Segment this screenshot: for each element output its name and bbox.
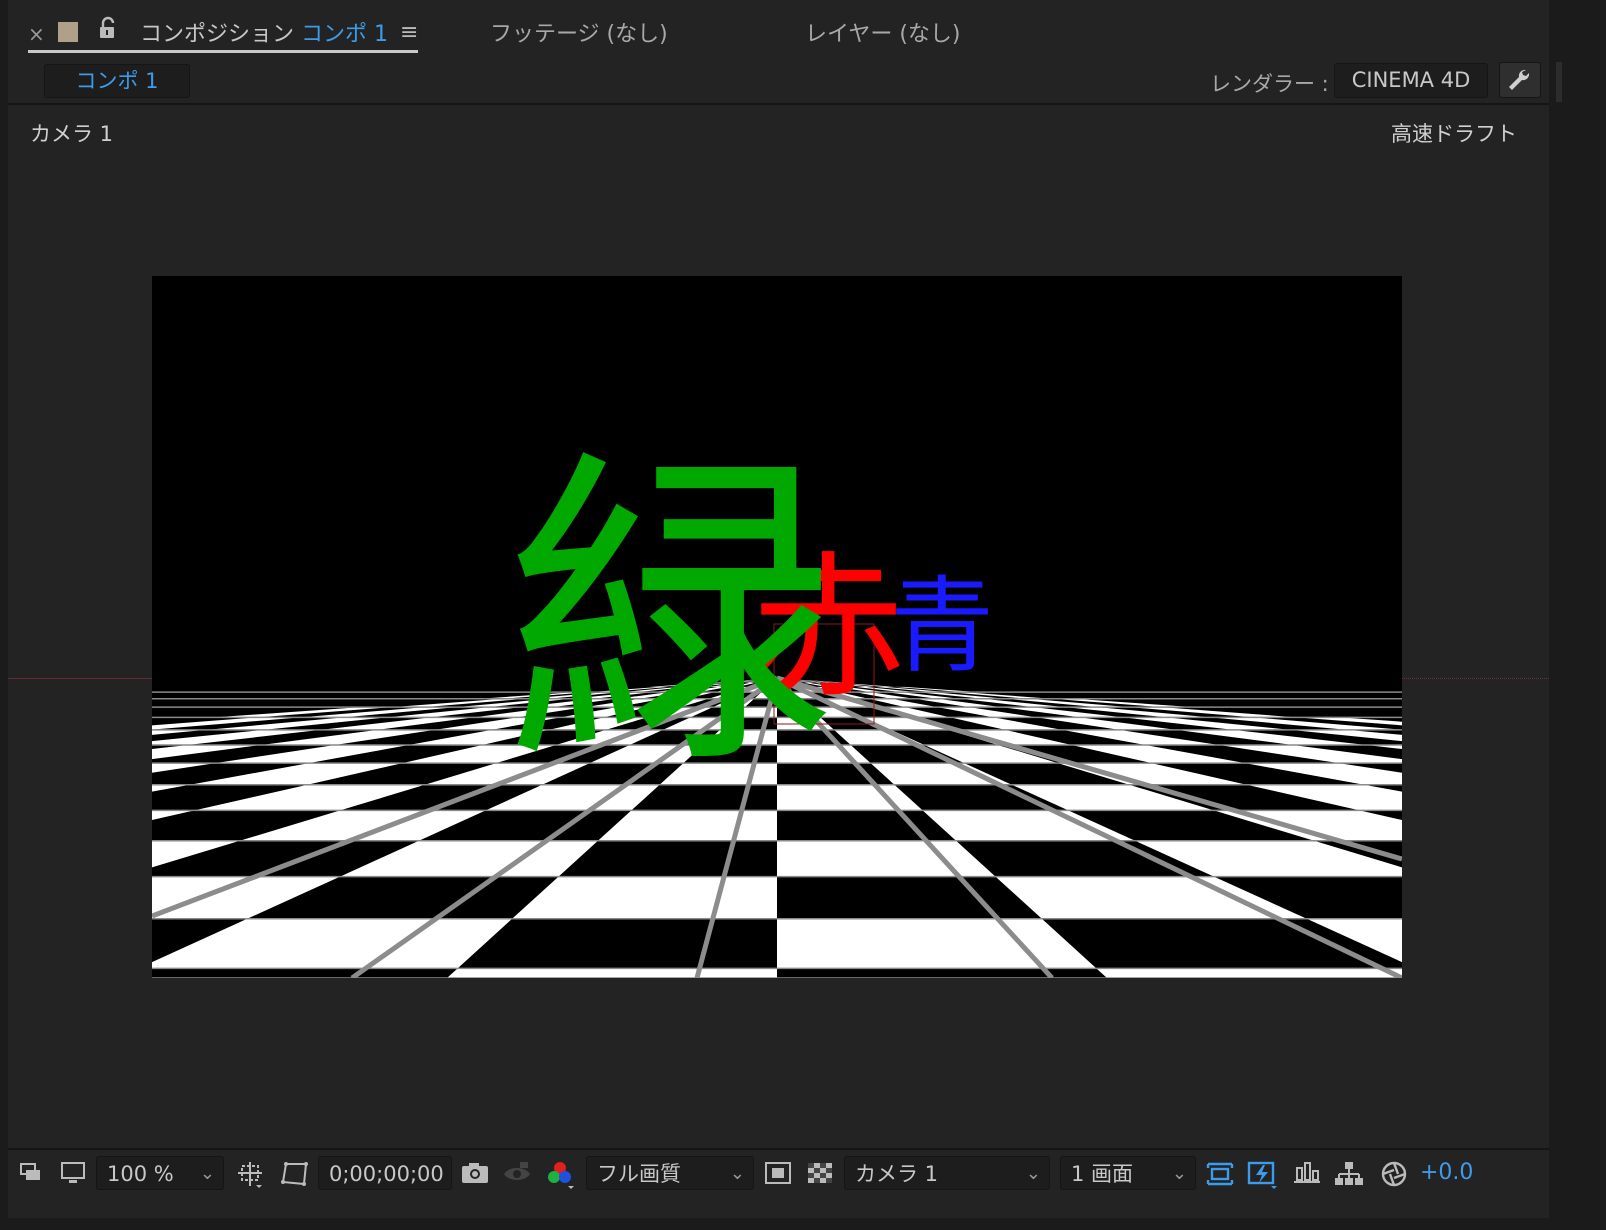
resolution-select[interactable]: フル画質 ⌄ (586, 1156, 754, 1190)
label-color-swatch[interactable] (58, 22, 78, 42)
floor-tile (950, 717, 1063, 730)
floor-tile (1096, 968, 1402, 978)
tab-layer[interactable]: レイヤー (なし) (805, 16, 961, 48)
close-icon[interactable]: × (28, 22, 45, 46)
floor-tile (194, 784, 425, 811)
view-layout-value: 1 画面 (1071, 1162, 1134, 1186)
transparency-grid-icon[interactable] (806, 1160, 834, 1188)
renderer-select[interactable]: CINEMA 4D (1334, 63, 1488, 98)
mask-path-icon[interactable] (280, 1160, 310, 1188)
timeline-icon[interactable] (1292, 1160, 1322, 1188)
flowchart-icon[interactable] (1334, 1160, 1364, 1188)
floor-tile (152, 918, 513, 969)
floor-tile (597, 810, 777, 841)
floor-tile (1071, 744, 1246, 764)
floor-tile (1306, 918, 1402, 963)
tab-bar: × コンポジション コンポ 1 ≡ フッテージ (なし) レイヤー (なし) (8, 0, 1549, 56)
comp-name: コンポ 1 (301, 22, 389, 47)
divider (8, 103, 1549, 105)
panel-edge (1549, 0, 1606, 1230)
active-camera-label: カメラ 1 (30, 122, 114, 146)
camera-snapshot-icon[interactable] (460, 1160, 490, 1188)
floor-tile (1245, 763, 1402, 785)
zoom-select[interactable]: 100 % ⌄ (96, 1156, 224, 1190)
region-of-interest-icon[interactable] (764, 1160, 792, 1188)
floor-tile (512, 876, 777, 919)
active-tab-indicator (28, 50, 418, 53)
tab-footage[interactable]: フッテージ (なし) (490, 16, 668, 48)
exposure-value[interactable]: +0.0 (1420, 1160, 1473, 1185)
floor-tile (215, 744, 409, 764)
floor-tile (1246, 784, 1402, 811)
panel-menu-icon[interactable]: ≡ (400, 20, 418, 45)
renderer-label: レンダラー : (1210, 72, 1329, 96)
tab-composition[interactable]: × コンポジション コンポ 1 ≡ (28, 16, 418, 50)
composition-panel: × コンポジション コンポ 1 ≡ フッテージ (なし) レイヤー (なし) コ… (8, 0, 1549, 1218)
floor-tile (152, 810, 195, 821)
floor-tile (152, 763, 216, 773)
chevron-down-icon: ⌄ (729, 1163, 745, 1184)
color-channels-icon[interactable] (546, 1160, 576, 1189)
show-snapshot-icon[interactable] (502, 1160, 532, 1188)
always-preview-icon[interactable] (18, 1160, 44, 1188)
panel-resize-handle[interactable] (1556, 62, 1562, 102)
horizon-guide-right (1402, 678, 1549, 679)
floor-tile (1219, 744, 1402, 764)
fast-previews-icon[interactable] (1246, 1160, 1278, 1189)
share-view-options-icon[interactable] (1204, 1160, 1236, 1188)
floor-tile (152, 784, 191, 792)
monitor-icon[interactable] (60, 1160, 86, 1188)
wrench-icon (1509, 69, 1530, 90)
floor-tile (152, 840, 240, 868)
comp-navigator-bar: コンポ 1 レンダラー : CINEMA 4D (8, 58, 1549, 102)
renderer-options-button[interactable] (1499, 62, 1541, 98)
chevron-down-icon: ⌄ (1025, 1163, 1041, 1184)
floor-tile (340, 840, 598, 877)
composition-viewer[interactable]: 青 赤 緑 (152, 276, 1402, 978)
lock-icon[interactable] (96, 16, 120, 42)
floor-tile (152, 876, 341, 919)
tab-composition-label[interactable]: コンポジション コンポ 1 (140, 16, 388, 48)
viewer-toolbar: 100 % ⌄ 0;00;00;00 フル画質 ⌄ カメラ 1 ⌄ 1 画面 ⌄… (8, 1148, 1549, 1198)
text-layer-green[interactable]: 緑 (506, 425, 836, 809)
chevron-down-icon: ⌄ (1171, 1163, 1187, 1184)
horizon-guide-left (8, 678, 152, 679)
draft-quality-label: 高速ドラフト (1391, 122, 1517, 146)
resolution-value: フル画質 (597, 1162, 681, 1186)
timecode-field[interactable]: 0;00;00;00 (318, 1156, 452, 1190)
exposure-reset-icon[interactable] (1380, 1160, 1408, 1188)
floor-tile (447, 968, 777, 978)
view-layout-select[interactable]: 1 画面 ⌄ (1060, 1156, 1196, 1190)
camera-view-select[interactable]: カメラ 1 ⌄ (844, 1156, 1050, 1190)
floor-tile (190, 763, 403, 785)
chevron-down-icon: ⌄ (199, 1163, 215, 1184)
floor-tile (777, 918, 1097, 969)
floor-tile (777, 840, 996, 877)
zoom-value: 100 % (107, 1162, 174, 1186)
camera-view-value: カメラ 1 (855, 1162, 939, 1186)
comp-flowchart-chip[interactable]: コンポ 1 (44, 64, 190, 98)
grid-guide-icon[interactable] (236, 1160, 266, 1188)
viewer-canvas[interactable]: 青 赤 緑 (152, 276, 1402, 978)
